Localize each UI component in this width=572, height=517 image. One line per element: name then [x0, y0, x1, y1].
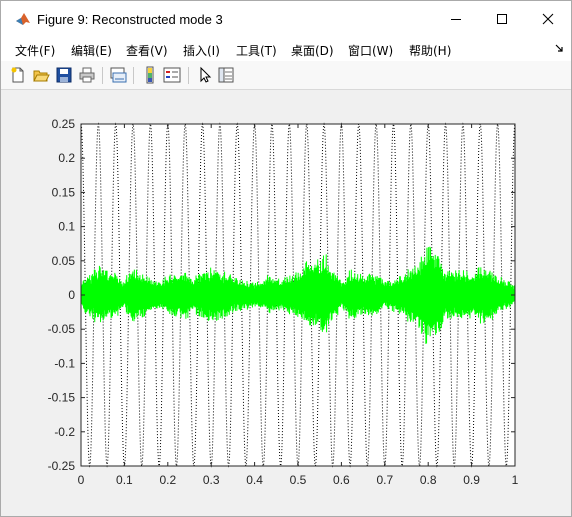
colorbar-icon[interactable] [141, 66, 159, 84]
x-tick-label: 0 [78, 473, 85, 487]
y-tick-label: 0.1 [58, 220, 75, 234]
pointer-icon[interactable] [196, 66, 214, 84]
close-button[interactable] [525, 1, 571, 37]
y-tick-label: -0.15 [48, 391, 76, 405]
link-plot-icon[interactable] [109, 66, 127, 84]
save-icon[interactable] [55, 66, 73, 84]
menu-tools[interactable]: 工具(T) [236, 42, 277, 59]
x-tick-label: 0.4 [246, 473, 263, 487]
minimize-button[interactable] [433, 1, 479, 37]
x-tick-label: 0.2 [159, 473, 176, 487]
menu-insert[interactable]: 插入(I) [183, 42, 220, 59]
menu-edit[interactable]: 编辑(E) [71, 42, 112, 59]
toolbar-separator [102, 67, 103, 84]
x-tick-label: 1 [512, 473, 519, 487]
y-tick-label: -0.2 [54, 425, 75, 439]
x-tick-label: 0.7 [376, 473, 393, 487]
y-tick-label: -0.25 [48, 459, 76, 473]
print-icon[interactable] [78, 66, 96, 84]
x-tick-label: 0.1 [116, 473, 133, 487]
legend-icon[interactable] [163, 66, 181, 84]
maximize-button[interactable] [479, 1, 525, 37]
figure-window: Figure 9: Reconstructed mode 3 文件(F) 编辑(… [0, 0, 572, 517]
x-tick-label: 0.5 [290, 473, 307, 487]
new-figure-icon[interactable] [9, 66, 27, 84]
toolbar-separator [188, 67, 189, 84]
matlab-logo-icon [16, 13, 30, 25]
x-tick-label: 0.6 [333, 473, 350, 487]
close-icon [542, 13, 554, 25]
figure-canvas: 0 0.1 0.2 0.3 0.4 0.5 0.6 0.7 0.8 0.9 1 0.25 0.2 0.15… [1, 90, 571, 516]
menu-file[interactable]: 文件(F) [15, 42, 55, 59]
y-tick-label: 0 [68, 288, 75, 302]
x-tick-label: 0.8 [420, 473, 437, 487]
open-file-icon[interactable] [32, 66, 50, 84]
title-bar[interactable]: Figure 9: Reconstructed mode 3 [1, 1, 571, 37]
toolbar [1, 61, 571, 90]
menu-window[interactable]: 窗口(W) [348, 42, 393, 59]
dock-arrow-icon[interactable] [554, 43, 564, 53]
menu-bar: 文件(F) 编辑(E) 查看(V) 插入(I) 工具(T) 桌面(D) 窗口(W… [1, 37, 571, 61]
minimize-icon [451, 19, 461, 20]
x-tick-label: 0.3 [203, 473, 220, 487]
y-tick-label: -0.05 [48, 322, 76, 336]
y-tick-label: 0.15 [52, 185, 76, 199]
x-tick-label: 0.9 [463, 473, 480, 487]
menu-view[interactable]: 查看(V) [126, 42, 168, 59]
y-tick-label: 0.2 [58, 151, 75, 165]
window-title: Figure 9: Reconstructed mode 3 [37, 12, 223, 27]
property-editor-icon[interactable] [217, 66, 235, 84]
menu-desktop[interactable]: 桌面(D) [291, 42, 334, 59]
maximize-icon [497, 14, 507, 24]
y-tick-label: -0.1 [54, 356, 75, 370]
plot-canvas[interactable]: 0 0.1 0.2 0.3 0.4 0.5 0.6 0.7 0.8 0.9 1 0.25 0.2 0.15… [1, 90, 571, 516]
menu-help[interactable]: 帮助(H) [409, 42, 451, 59]
toolbar-separator [133, 67, 134, 84]
y-tick-label: 0.25 [52, 117, 76, 131]
y-tick-label: 0.05 [52, 254, 76, 268]
